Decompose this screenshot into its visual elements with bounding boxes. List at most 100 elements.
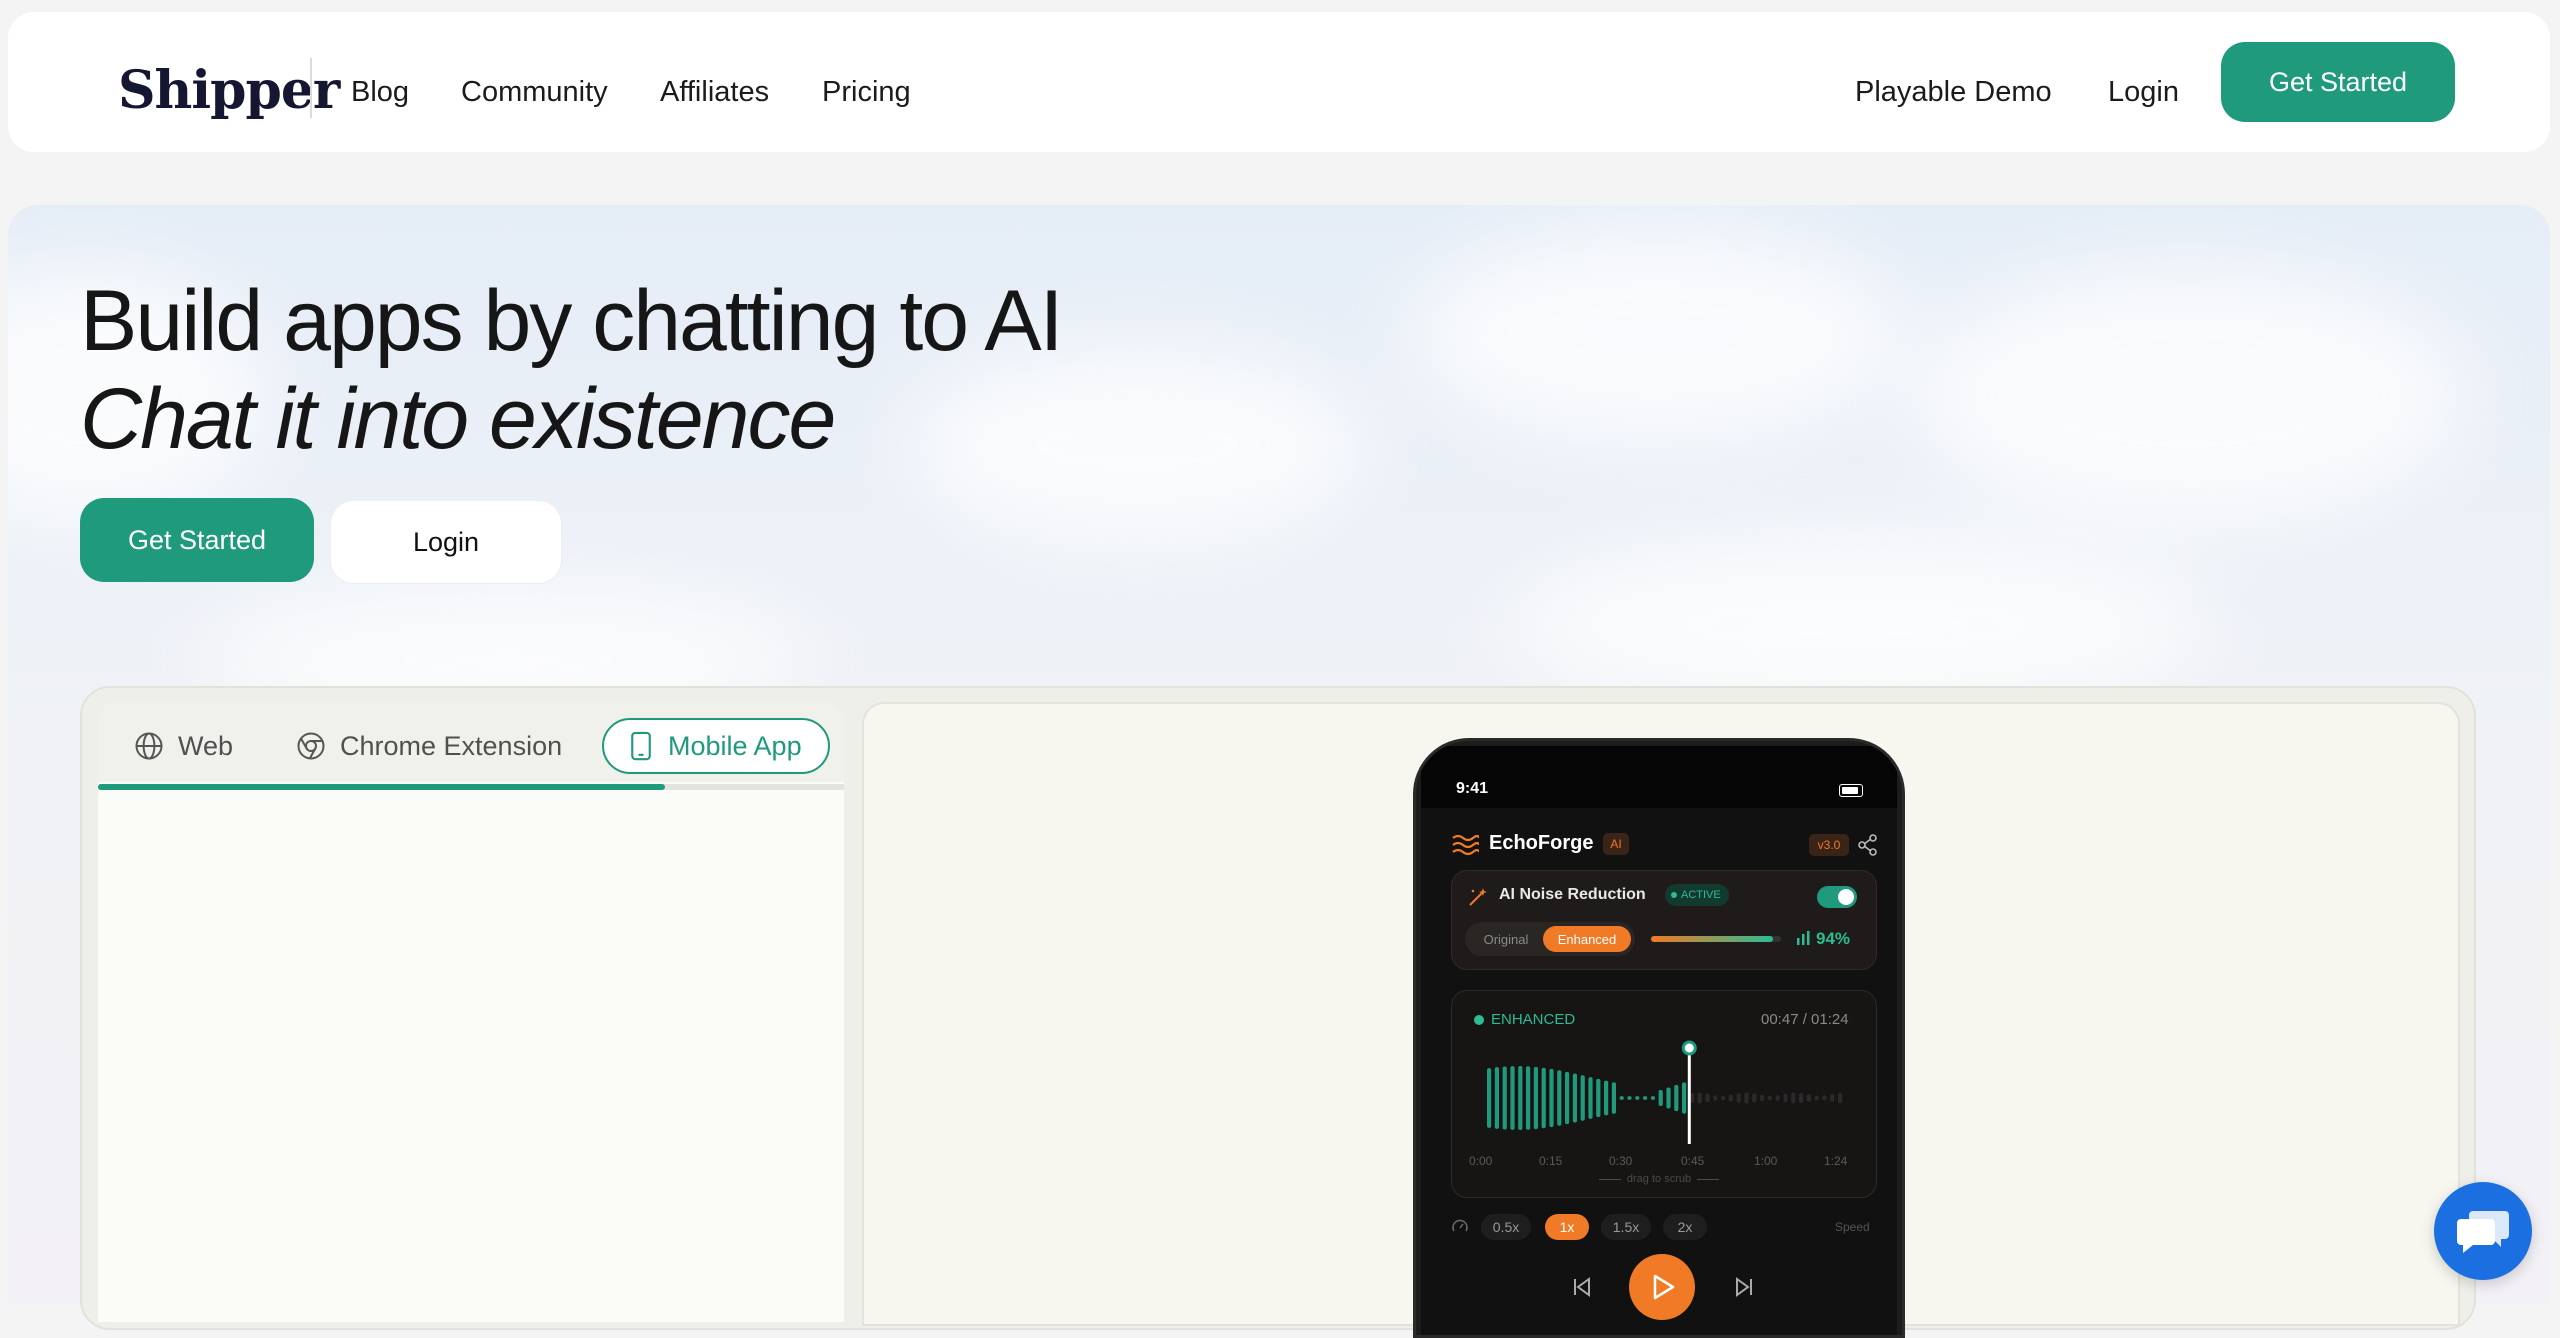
player-time: 00:47 / 01:24 xyxy=(1761,1011,1849,1028)
waveform-bar xyxy=(1838,1092,1843,1104)
playhead-line[interactable] xyxy=(1687,1048,1691,1144)
cloud xyxy=(1408,225,1908,445)
version-badge: v3.0 xyxy=(1809,834,1849,856)
skip-back-icon[interactable] xyxy=(1571,1276,1593,1298)
waveform-bar xyxy=(1799,1092,1804,1104)
top-nav: Shipper Blog Community Affiliates Pricin… xyxy=(8,12,2550,152)
waveform-bar xyxy=(1494,1067,1499,1129)
nav-divider xyxy=(310,58,312,118)
hero-get-started-button[interactable]: Get Started xyxy=(80,498,314,582)
waveform-bar xyxy=(1697,1092,1702,1104)
speed-chip-2x[interactable]: 2x xyxy=(1663,1214,1707,1240)
waveform-bar xyxy=(1767,1095,1772,1101)
play-icon xyxy=(1653,1274,1675,1300)
chat-bubble-icon xyxy=(2457,1211,2509,1253)
noise-percent: 94% xyxy=(1816,929,1851,948)
active-badge: ACTIVE xyxy=(1665,884,1729,906)
tab-label: Web xyxy=(178,730,234,761)
enhanced-toggle[interactable]: Enhanced xyxy=(1543,926,1631,952)
waveform-bar xyxy=(1791,1092,1796,1104)
waves-icon xyxy=(1452,834,1479,856)
status-dot xyxy=(1671,892,1677,898)
globe-icon xyxy=(135,732,163,760)
phone-screen: 9:41 EchoForge AI v3.0 AI Noise Reductio… xyxy=(1421,746,1897,1335)
demo-progress-fill xyxy=(98,784,665,790)
nav-get-started-button[interactable]: Get Started xyxy=(2221,42,2455,122)
gauge-icon xyxy=(1452,1219,1468,1232)
waveform-bar xyxy=(1736,1093,1741,1103)
tab-web[interactable]: Web xyxy=(134,718,233,774)
waveform-bar xyxy=(1806,1094,1811,1102)
tab-mobile-app[interactable]: Mobile App xyxy=(602,718,830,774)
tick-label: 0:30 xyxy=(1609,1154,1633,1168)
nav-link-pricing[interactable]: Pricing xyxy=(822,76,911,109)
waveform-bar xyxy=(1760,1094,1765,1102)
logo[interactable]: Shipper xyxy=(118,60,340,121)
tick-label: 1:24 xyxy=(1824,1154,1848,1168)
waveform-bar xyxy=(1752,1093,1757,1103)
tab-chrome-extension[interactable]: Chrome Extension xyxy=(296,718,562,774)
play-button[interactable] xyxy=(1629,1254,1695,1320)
nav-link-affiliates[interactable]: Affiliates xyxy=(660,76,769,109)
waveform-bar xyxy=(1541,1067,1546,1129)
ai-badge: AI xyxy=(1603,833,1629,855)
waveform-bar xyxy=(1510,1066,1515,1130)
tick-label: 0:00 xyxy=(1469,1154,1493,1168)
skip-forward-icon[interactable] xyxy=(1733,1276,1755,1298)
waveform-bar xyxy=(1611,1082,1616,1114)
waveform-bar xyxy=(1830,1094,1835,1102)
magic-wand-icon xyxy=(1469,888,1487,906)
nav-link-login[interactable]: Login xyxy=(2108,76,2179,109)
waveform-bar xyxy=(1674,1084,1679,1112)
hero-login-button[interactable]: Login xyxy=(330,500,562,584)
tick-label: 0:15 xyxy=(1539,1154,1563,1168)
waveform-bar xyxy=(1580,1075,1585,1121)
enhanced-dot xyxy=(1474,1015,1484,1025)
cloud xyxy=(1908,265,2468,525)
phone-icon xyxy=(631,731,651,761)
waveform-bar xyxy=(1650,1096,1655,1100)
noise-level-fill xyxy=(1651,936,1774,942)
waveform-bar xyxy=(1557,1070,1562,1126)
tab-label: Chrome Extension xyxy=(340,730,563,761)
speed-chip-1x[interactable]: 1x xyxy=(1545,1214,1589,1240)
player-mode: ENHANCED xyxy=(1491,1011,1576,1028)
waveform-bar xyxy=(1728,1094,1733,1102)
waveform-bar xyxy=(1487,1068,1492,1128)
chat-widget-button[interactable] xyxy=(2434,1182,2532,1280)
waveform-bar xyxy=(1526,1066,1531,1130)
waveform-bar xyxy=(1572,1073,1577,1123)
app-name: EchoForge xyxy=(1489,832,1594,854)
demo-left-panel: Web Chrome Extension Mobile App xyxy=(98,702,844,1322)
tick-label: 0:45 xyxy=(1681,1154,1705,1168)
waveform-bar xyxy=(1682,1082,1687,1114)
waveform-bar xyxy=(1619,1096,1624,1100)
scrub-hint: drag to scrub xyxy=(1421,1173,1897,1185)
waveform-bar xyxy=(1666,1087,1671,1109)
bar-chart-icon xyxy=(1797,931,1810,945)
waveform[interactable] xyxy=(1481,1038,1851,1148)
waveform-bar xyxy=(1596,1078,1601,1118)
noise-toggle[interactable] xyxy=(1817,886,1857,908)
speed-chip-1-5x[interactable]: 1.5x xyxy=(1601,1214,1651,1240)
playhead-knob[interactable] xyxy=(1681,1040,1697,1056)
waveform-bar xyxy=(1744,1092,1749,1104)
waveform-bar xyxy=(1565,1071,1570,1125)
noise-level-track xyxy=(1651,936,1781,942)
demo-progress-track xyxy=(98,784,844,790)
tick-label: 1:00 xyxy=(1754,1154,1778,1168)
nav-link-blog[interactable]: Blog xyxy=(351,76,409,109)
original-toggle[interactable]: Original xyxy=(1469,926,1543,952)
waveform-bar xyxy=(1713,1095,1718,1101)
speed-chip-0-5x[interactable]: 0.5x xyxy=(1481,1214,1531,1240)
nav-link-community[interactable]: Community xyxy=(461,76,608,109)
share-icon[interactable] xyxy=(1857,834,1879,856)
speed-label: Speed xyxy=(1835,1220,1870,1234)
waveform-bar xyxy=(1518,1066,1523,1130)
nav-link-playable-demo[interactable]: Playable Demo xyxy=(1855,76,2052,109)
waveform-bar xyxy=(1721,1095,1726,1101)
time-axis: 0:00 0:15 0:30 0:45 1:00 1:24 xyxy=(1469,1154,1859,1170)
waveform-bar xyxy=(1822,1095,1827,1101)
status-bar xyxy=(1421,746,1897,808)
active-label: ACTIVE xyxy=(1681,889,1721,901)
